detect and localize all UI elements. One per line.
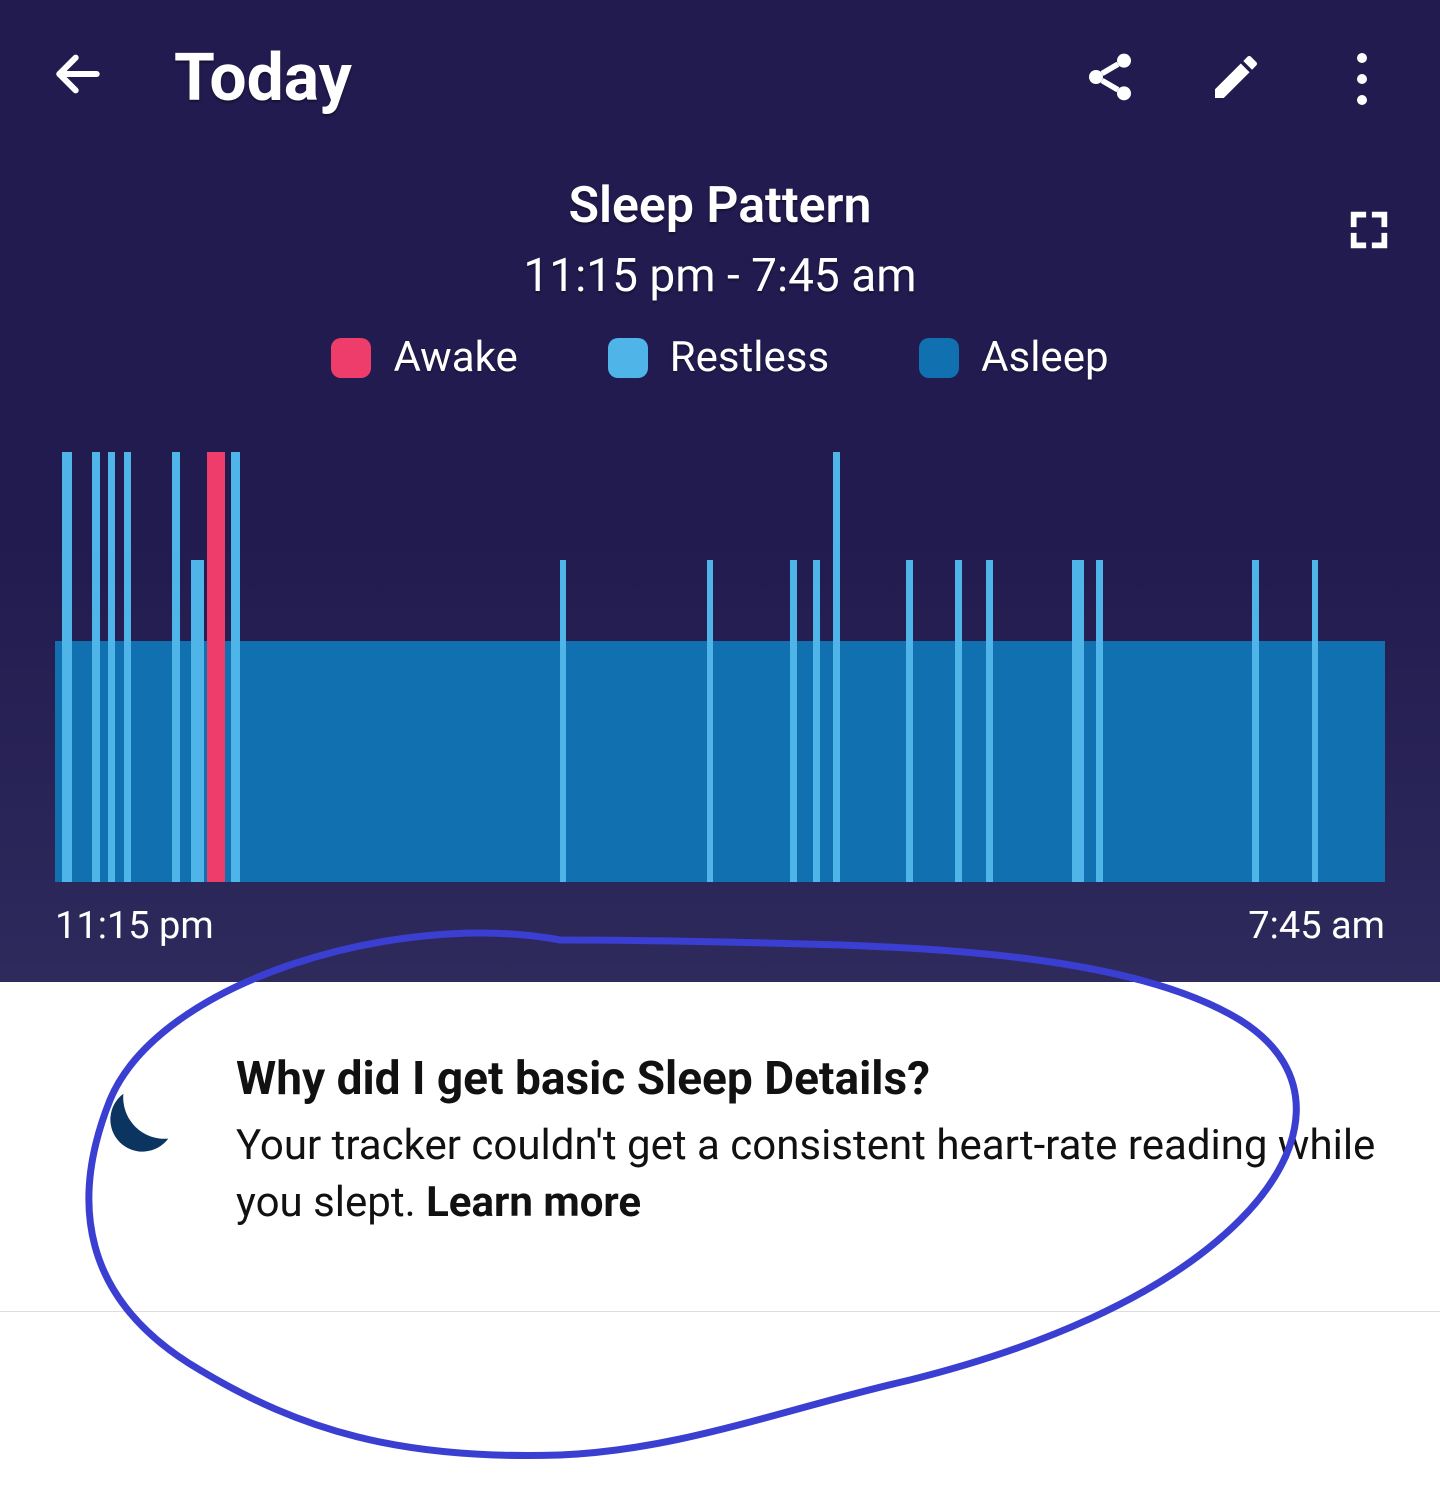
restless-segment [986, 560, 993, 883]
restless-segment [62, 452, 73, 882]
chart-x-axis: 11:15 pm 7:45 am [55, 882, 1385, 982]
restless-segment [1096, 560, 1103, 883]
restless-segment [1312, 560, 1318, 883]
chart-header: Sleep Pattern 11:15 pm - 7:45 am Awake R… [0, 137, 1440, 402]
restless-segment [813, 560, 820, 883]
restless-segment [833, 452, 840, 882]
x-axis-end-label: 7:45 am [1248, 904, 1385, 948]
restless-segment [906, 560, 913, 883]
restless-segment [172, 452, 180, 882]
asleep-region [55, 641, 1385, 882]
legend-restless: Restless [608, 333, 829, 382]
legend-restless-label: Restless [670, 333, 829, 382]
restless-segment [955, 560, 962, 883]
restless-segment [1252, 560, 1259, 883]
info-card-title: Why did I get basic Sleep Details? [236, 1052, 1380, 1106]
legend-awake-label: Awake [393, 333, 517, 382]
restless-segment [790, 560, 797, 883]
legend-asleep-swatch [919, 338, 959, 378]
legend-asleep-label: Asleep [981, 333, 1108, 382]
sleep-chart[interactable] [55, 452, 1385, 882]
restless-segment [1072, 560, 1084, 883]
info-card-body: Your tracker couldn't get a consistent h… [236, 1118, 1380, 1231]
share-button[interactable] [1082, 49, 1138, 109]
legend-asleep: Asleep [919, 333, 1108, 382]
awake-segment [207, 452, 226, 882]
restless-segment [231, 452, 240, 882]
restless-segment [191, 560, 204, 883]
chart-area: 11:15 pm 7:45 am [0, 402, 1440, 982]
restless-segment [707, 560, 713, 883]
legend-restless-swatch [608, 338, 648, 378]
edit-button[interactable] [1208, 49, 1264, 109]
fullscreen-button[interactable] [1346, 207, 1392, 257]
back-button[interactable] [50, 46, 106, 112]
info-card-body-text: Your tracker couldn't get a consistent h… [236, 1121, 1375, 1227]
sleep-pattern-panel: Today Sleep Pattern 11:15 pm - 7:45 am A… [0, 0, 1440, 982]
chart-legend: Awake Restless Asleep [40, 333, 1400, 382]
page-title: Today [174, 40, 352, 117]
learn-more-link[interactable]: Learn more [426, 1178, 641, 1227]
legend-awake: Awake [331, 333, 517, 382]
x-axis-start-label: 11:15 pm [55, 904, 214, 948]
moon-icon [72, 1080, 182, 1231]
more-options-button[interactable] [1334, 51, 1390, 107]
restless-segment [560, 560, 566, 883]
restless-segment [124, 452, 131, 882]
legend-awake-swatch [331, 338, 371, 378]
header-bar: Today [0, 30, 1440, 137]
chart-title: Sleep Pattern [40, 177, 1400, 235]
restless-segment [92, 452, 100, 882]
basic-sleep-info-card[interactable]: Why did I get basic Sleep Details? Your … [0, 982, 1440, 1312]
chart-time-range: 11:15 pm - 7:45 am [40, 249, 1400, 303]
restless-segment [108, 452, 115, 882]
